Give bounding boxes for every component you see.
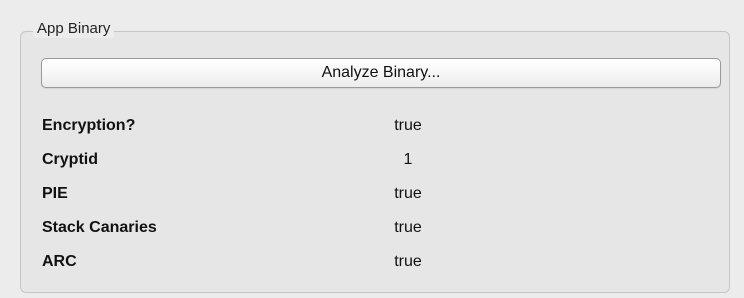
property-row-stack-canaries: Stack Canaries true xyxy=(42,212,702,246)
property-row-pie: PIE true xyxy=(42,178,702,212)
groupbox-title: App Binary xyxy=(33,20,115,38)
property-row-cryptid: Cryptid 1 xyxy=(42,144,702,178)
property-label: Cryptid xyxy=(42,151,98,168)
property-label: Stack Canaries xyxy=(42,219,157,236)
property-value: true xyxy=(394,117,422,134)
property-row-encryption: Encryption? true xyxy=(42,110,702,144)
property-value: true xyxy=(394,185,422,202)
property-value: 1 xyxy=(403,151,413,168)
property-label: Encryption? xyxy=(42,117,136,134)
binary-properties-list: Encryption? true Cryptid 1 PIE true Stac… xyxy=(42,110,702,280)
property-value: true xyxy=(394,219,422,236)
property-label: ARC xyxy=(42,253,77,270)
property-label: PIE xyxy=(42,185,68,202)
analyze-binary-button[interactable]: Analyze Binary... xyxy=(41,58,721,88)
property-row-arc: ARC true xyxy=(42,246,702,280)
property-value: true xyxy=(394,253,422,270)
